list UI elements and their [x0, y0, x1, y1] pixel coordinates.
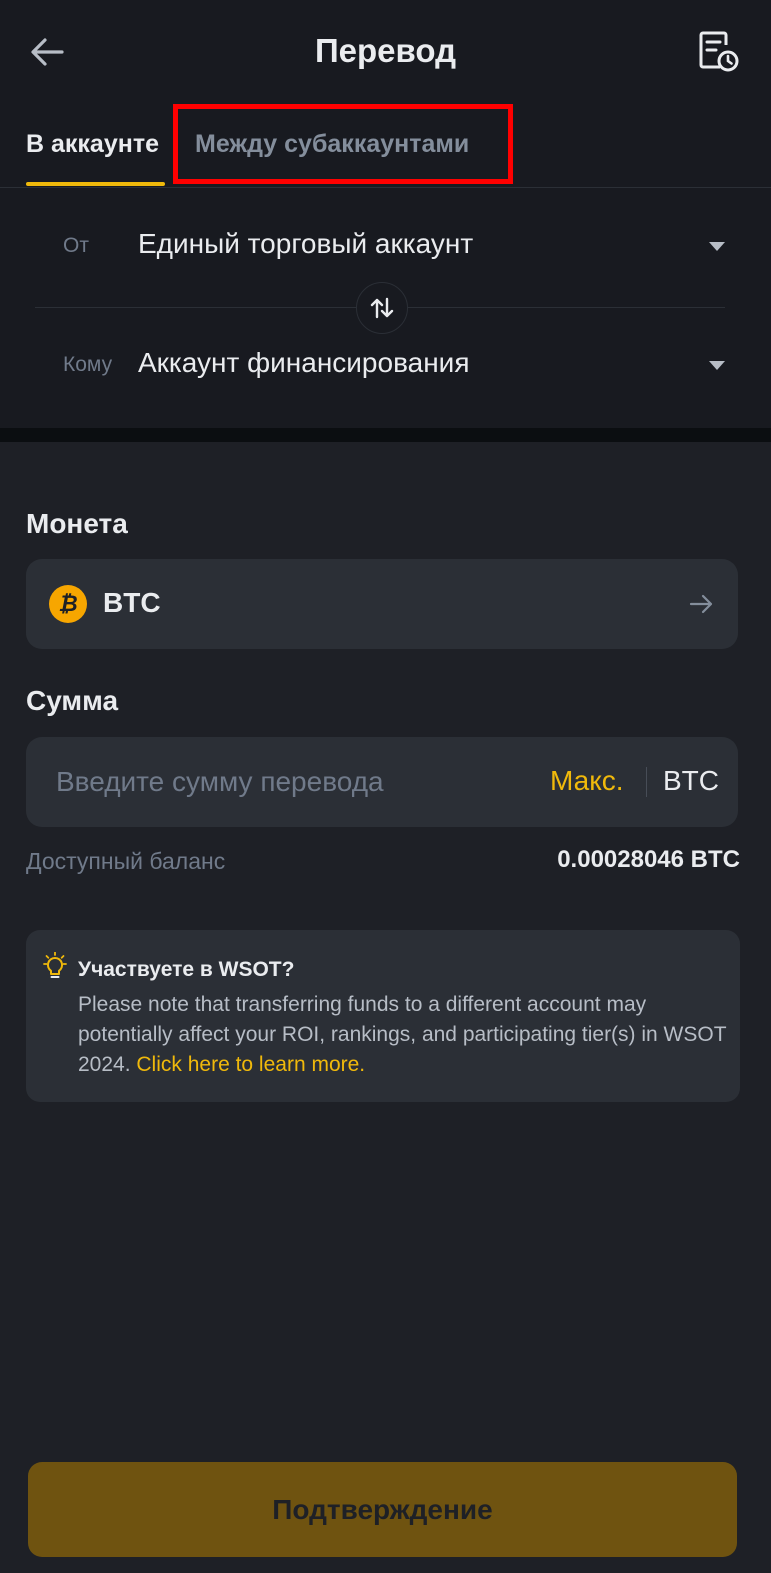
available-balance-value: 0.00028046 BTC [557, 846, 740, 873]
coin-symbol: BTC [103, 587, 161, 618]
lightbulb-icon [43, 952, 67, 978]
amount-input[interactable] [56, 761, 536, 803]
transfer-accounts-panel: Перевод В аккаунте Между субаккаунтами О… [0, 0, 771, 428]
swap-arrows-icon [370, 297, 394, 319]
to-label: Кому [63, 353, 113, 376]
from-label: От [63, 234, 89, 257]
max-button[interactable]: Макс. [550, 765, 624, 797]
caret-down-icon [709, 242, 725, 251]
amount-section-label: Сумма [26, 685, 119, 716]
amount-field: Макс. BTC [26, 737, 738, 827]
wsot-notice: Участвуете в WSOT? Please note that tran… [26, 930, 740, 1102]
from-account-value: Единый торговый аккаунт [138, 228, 474, 259]
swap-accounts-button[interactable] [356, 282, 408, 334]
highlight-box [173, 104, 513, 184]
notice-title: Участвуете в WSOT? [78, 958, 295, 981]
header: Перевод [0, 0, 771, 100]
active-tab-indicator [26, 182, 165, 186]
confirm-button[interactable]: Подтверждение [28, 1462, 737, 1557]
amount-unit: BTC [663, 765, 719, 796]
available-balance-label: Доступный баланс [26, 848, 226, 874]
to-account-selector[interactable]: Кому Аккаунт финансирования [0, 335, 771, 395]
coin-section-label: Монета [26, 508, 128, 539]
to-account-value: Аккаунт финансирования [138, 347, 470, 378]
notice-body: Please note that transferring funds to a… [78, 990, 728, 1080]
tab-in-account[interactable]: В аккаунте [26, 130, 159, 159]
section-separator [0, 428, 771, 442]
from-account-selector[interactable]: От Единый торговый аккаунт [0, 216, 771, 276]
history-button[interactable] [696, 30, 740, 74]
page-title: Перевод [314, 32, 457, 69]
account-tabs: В аккаунте Между субаккаунтами [0, 100, 771, 188]
divider [646, 767, 647, 797]
arrow-right-icon [689, 594, 713, 614]
history-document-icon [699, 31, 739, 72]
learn-more-link[interactable]: Click here to learn more. [136, 1053, 365, 1076]
bitcoin-icon: ₿ [49, 585, 87, 623]
coin-selector[interactable]: ₿ BTC [26, 559, 738, 649]
caret-down-icon [709, 361, 725, 370]
